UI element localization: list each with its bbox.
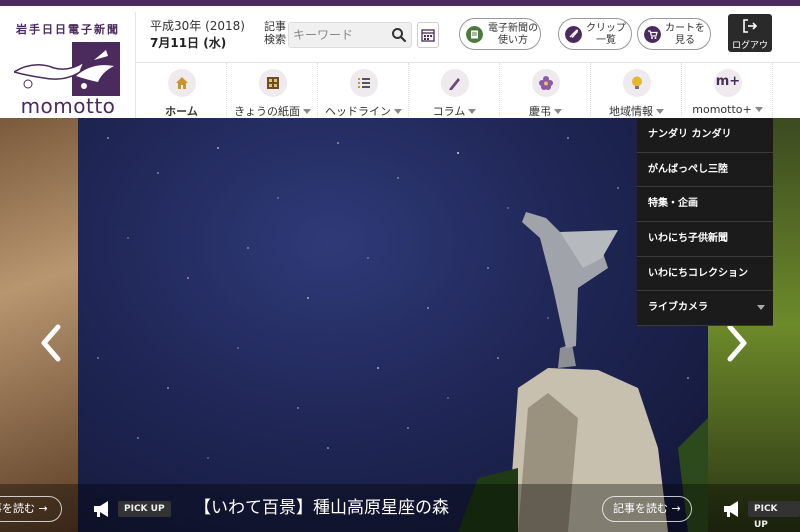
dropdown-item-ganbappeshi-sanriku[interactable]: がんばっぺし三陸 [637, 153, 773, 188]
nav-todays-paper[interactable]: きょうの紙面 [227, 63, 318, 125]
site-header: 岩手日日電子新聞 momotto 平成30年 (2018) 7月11日 (水) … [0, 6, 800, 125]
search-input[interactable] [293, 26, 387, 44]
nav-headlines-label: ヘッドライン [325, 105, 391, 118]
newspaper-icon [259, 69, 287, 97]
pickup-badge-next: PICK UP [748, 501, 800, 530]
dropdown-item-nandari-kandari[interactable]: ナンダリ カンダリ [637, 118, 773, 153]
nav-column[interactable]: コラム [409, 63, 500, 125]
chevron-down-icon [754, 107, 763, 112]
nav-home[interactable]: ホーム [136, 63, 227, 125]
momotto-plus-icon: m+ [714, 69, 742, 97]
search-box [288, 22, 412, 48]
chevron-down-icon [554, 109, 562, 114]
clip-list-button[interactable]: クリップ一覧 [558, 18, 632, 50]
nav-local-info[interactable]: 地域情報 [591, 63, 682, 125]
pickup-badge: PICK UP [118, 501, 171, 517]
calendar-button[interactable] [417, 22, 439, 48]
logout-button[interactable]: ログアウト [728, 14, 772, 64]
cart-label: カートを見る [665, 23, 705, 46]
pen-icon [441, 69, 469, 97]
nav-keicho[interactable]: 慶弔 [500, 63, 591, 125]
carousel-prev-arrow-icon[interactable] [38, 323, 66, 363]
read-article-label: 記事を読む [613, 502, 668, 515]
pickup-bar: 事を読む → PICK UP 【いわて百景】種山高原星座の森 記事を読む → P… [0, 484, 800, 532]
search-label: 記事検索 [264, 20, 286, 46]
flower-icon [532, 69, 560, 97]
main-nav: ホーム きょうの紙面 ヘッドライン コラム 慶弔 地域情報 m+ momotto… [136, 62, 800, 125]
search-icon[interactable] [391, 27, 407, 43]
clip-list-label: クリップ一覧 [586, 23, 626, 46]
date-year: 平成30年 (2018) [150, 19, 245, 33]
denshi-guide-label: 電子新聞の使い方 [488, 23, 538, 46]
dropdown-item-live-camera[interactable]: ライブカメラ [637, 291, 773, 327]
momotto-plus-icon-text: m+ [715, 74, 741, 89]
calendar-icon [421, 29, 435, 42]
logout-label: ログアウト [731, 41, 768, 64]
carousel-next-arrow-icon[interactable] [722, 323, 750, 363]
dropdown-item-features[interactable]: 特集・企画 [637, 187, 773, 223]
chevron-down-icon [303, 109, 311, 114]
list-icon [350, 69, 378, 97]
lightbulb-icon [623, 69, 651, 97]
cart-button[interactable]: カートを見る [637, 18, 711, 50]
read-article-button-prev[interactable]: 事を読む → [0, 496, 62, 522]
read-article-button[interactable]: 記事を読む → [602, 496, 692, 522]
nav-home-label: ホーム [165, 105, 198, 118]
dropdown-item-kids-news[interactable]: いわにち子供新聞 [637, 222, 773, 257]
chevron-down-icon [656, 109, 664, 114]
cart-icon [644, 26, 661, 43]
nav-momotto-plus-label: momotto+ [692, 103, 752, 116]
logout-icon [743, 19, 758, 33]
nav-momotto-plus[interactable]: m+ momotto+ [682, 63, 773, 125]
newspaper-guide-icon [466, 26, 483, 43]
chevron-down-icon [468, 109, 477, 114]
logo-wordmark: momotto [20, 94, 116, 118]
house-icon [168, 69, 196, 97]
paper-name: 岩手日日電子新聞 [16, 23, 120, 36]
starry-sky-statue-image [97, 137, 708, 532]
logo-mark-icon [14, 42, 120, 96]
pickup-title[interactable]: 【いわて百景】種山高原星座の森 [194, 496, 449, 520]
read-article-label: 事を読む [0, 502, 35, 515]
nav-headlines[interactable]: ヘッドライン [318, 63, 409, 125]
nav-column-label: コラム [432, 105, 466, 118]
chevron-down-icon [394, 109, 402, 114]
megaphone-icon [94, 501, 108, 517]
nav-keicho-label: 慶弔 [529, 105, 551, 118]
main-slide-image[interactable] [78, 118, 708, 532]
denshi-guide-button[interactable]: 電子新聞の使い方 [459, 18, 541, 50]
nav-todays-paper-label: きょうの紙面 [234, 105, 300, 118]
local-info-dropdown: ナンダリ カンダリ がんばっぺし三陸 特集・企画 いわにち子供新聞 いわにちコレ… [637, 118, 773, 327]
chevron-down-icon [757, 305, 765, 311]
nav-local-info-label: 地域情報 [609, 105, 653, 118]
dropdown-item-collection[interactable]: いわにちコレクション [637, 257, 773, 292]
current-date: 平成30年 (2018) 7月11日 (水) [150, 18, 245, 52]
dropdown-item-live-camera-label: ライブカメラ [648, 302, 708, 314]
date-day: 7月11日 (水) [150, 36, 227, 50]
megaphone-icon [724, 501, 738, 517]
site-logo[interactable]: 岩手日日電子新聞 momotto [0, 12, 136, 118]
clip-icon [565, 26, 582, 43]
